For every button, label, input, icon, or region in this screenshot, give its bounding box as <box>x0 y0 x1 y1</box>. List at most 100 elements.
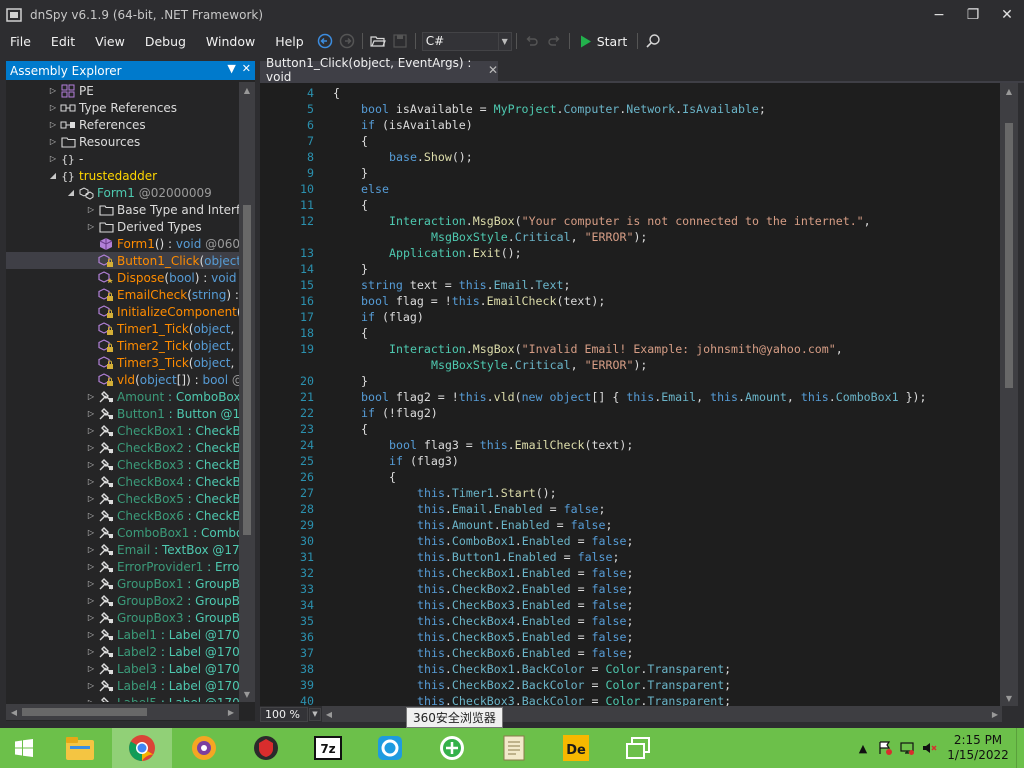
menu-help[interactable]: Help <box>265 34 314 49</box>
code-line[interactable]: 5 bool isAvailable = MyProject.Computer.N… <box>260 101 1000 117</box>
open-folder-icon[interactable] <box>367 30 389 52</box>
code-line[interactable]: 23 { <box>260 421 1000 437</box>
tree-row[interactable]: ▷ Label1 : Label @17000 <box>6 626 239 643</box>
panel-menu-icon[interactable]: ▼ <box>227 62 235 75</box>
code-line[interactable]: 7{ <box>260 133 1000 149</box>
code-line[interactable]: 11 { <box>260 197 1000 213</box>
undo-icon[interactable] <box>521 30 543 52</box>
panel-close-icon[interactable]: ✕ <box>242 62 251 75</box>
code-line[interactable]: 29 this.Amount.Enabled = false; <box>260 517 1000 533</box>
expand-arrow-icon[interactable]: ▷ <box>48 103 58 112</box>
code-line[interactable]: 4{ <box>260 85 1000 101</box>
tree-row[interactable]: ▷ ComboBox1 : Combol <box>6 524 239 541</box>
tree-row[interactable]: InitializeComponent() <box>6 303 239 320</box>
expand-arrow-icon[interactable]: ▷ <box>86 681 96 690</box>
tree-row[interactable]: ▷ CheckBox2 : CheckBox <box>6 439 239 456</box>
expand-arrow-icon[interactable]: ▷ <box>86 545 96 554</box>
code-line[interactable]: 19 Interaction.MsgBox("Invalid Email! Exa… <box>260 341 1000 357</box>
tree-row[interactable]: ▷ Label4 : Label @17000 <box>6 677 239 694</box>
expand-arrow-icon[interactable]: ▷ <box>86 579 96 588</box>
360-security-icon[interactable] <box>422 728 482 768</box>
code-line[interactable]: 9} <box>260 165 1000 181</box>
menu-edit[interactable]: Edit <box>41 34 85 49</box>
scroll-thumb[interactable] <box>22 708 147 716</box>
code-line[interactable]: 22 if (!flag2) <box>260 405 1000 421</box>
code-line[interactable]: 30 this.ComboBox1.Enabled = false; <box>260 533 1000 549</box>
antivirus-icon[interactable] <box>236 728 296 768</box>
code-line[interactable]: 13 Application.Exit(); <box>260 245 1000 261</box>
tree-row[interactable]: ▷ GroupBox2 : GroupBox <box>6 592 239 609</box>
code-line[interactable]: 31 this.Button1.Enabled = false; <box>260 549 1000 565</box>
tree-row[interactable]: Timer3_Tick(object, Ev <box>6 354 239 371</box>
code-line[interactable]: 33 this.CheckBox2.Enabled = false; <box>260 581 1000 597</box>
tree-row[interactable]: ▷ CheckBox1 : CheckBox <box>6 422 239 439</box>
tree-row[interactable]: Dispose(bool) : void @ <box>6 269 239 286</box>
show-desktop-button[interactable] <box>1016 728 1024 768</box>
notepad-icon[interactable] <box>484 728 544 768</box>
tree-row[interactable]: ▷ CheckBox4 : CheckBox <box>6 473 239 490</box>
save-icon[interactable] <box>389 30 411 52</box>
code-line[interactable]: 18 { <box>260 325 1000 341</box>
tree-row[interactable]: ▷ Resources <box>6 133 239 150</box>
code-editor[interactable]: 4{5 bool isAvailable = MyProject.Computer… <box>260 83 1000 706</box>
tree-row[interactable]: ▷ Amount : ComboBox <box>6 388 239 405</box>
expand-arrow-icon[interactable]: ▷ <box>86 460 96 469</box>
delphi-icon[interactable]: De <box>546 728 606 768</box>
scroll-down-icon[interactable]: ▼ <box>239 686 255 702</box>
start-button[interactable]: Start <box>574 34 634 49</box>
tree-row[interactable]: Form1() : void @06000 <box>6 235 239 252</box>
expand-arrow-icon[interactable]: ▷ <box>48 137 58 146</box>
file-explorer-icon[interactable] <box>50 728 110 768</box>
editor-tab[interactable]: Button1_Click(object, EventArgs) : void … <box>260 56 498 84</box>
code-line[interactable]: 17 if (flag) <box>260 309 1000 325</box>
maximize-button[interactable]: ❐ <box>956 0 990 30</box>
code-line[interactable]: 8 base.Show(); <box>260 149 1000 165</box>
code-line[interactable]: 14} <box>260 261 1000 277</box>
menu-view[interactable]: View <box>85 34 135 49</box>
scroll-up-icon[interactable]: ▲ <box>1000 83 1018 99</box>
expand-arrow-icon[interactable]: ▷ <box>86 698 96 702</box>
7zip-icon[interactable]: 7z <box>298 728 358 768</box>
tree-row[interactable]: ▷ Button1 : Button @170 <box>6 405 239 422</box>
expand-arrow-icon[interactable]: ▷ <box>86 562 96 571</box>
tree-row[interactable]: ◢{} trustedadder <box>6 167 239 184</box>
code-line[interactable]: 34 this.CheckBox3.Enabled = false; <box>260 597 1000 613</box>
code-line[interactable]: 21 bool flag2 = !this.vld(new object[] { … <box>260 389 1000 405</box>
scroll-left-icon[interactable]: ◀ <box>322 706 336 722</box>
minimize-button[interactable]: − <box>922 0 956 30</box>
code-line[interactable]: MsgBoxStyle.Critical, "ERROR"); <box>260 357 1000 373</box>
tree-row[interactable]: ▷{} - <box>6 150 239 167</box>
scroll-thumb[interactable] <box>243 205 251 535</box>
scroll-left-icon[interactable]: ◀ <box>6 704 22 720</box>
tree-row[interactable]: ▷ CheckBox3 : CheckBox <box>6 456 239 473</box>
tree-row[interactable]: ▷ Label3 : Label @17000 <box>6 660 239 677</box>
expand-arrow-icon[interactable]: ▷ <box>86 511 96 520</box>
code-line[interactable]: 20} <box>260 373 1000 389</box>
code-line[interactable]: 39 this.CheckBox2.BackColor = Color.Trans… <box>260 677 1000 693</box>
expand-arrow-icon[interactable]: ▷ <box>86 596 96 605</box>
back-icon[interactable] <box>314 30 336 52</box>
code-line[interactable]: 6 if (isAvailable) <box>260 117 1000 133</box>
tree-row[interactable]: EmailCheck(string) : b <box>6 286 239 303</box>
expand-arrow-icon[interactable]: ▷ <box>86 630 96 639</box>
expand-arrow-icon[interactable]: ▷ <box>86 426 96 435</box>
network-icon[interactable] <box>896 740 918 756</box>
tree-row[interactable]: vld(object[]) : bool @0 <box>6 371 239 388</box>
code-line[interactable]: MsgBoxStyle.Critical, "ERROR"); <box>260 229 1000 245</box>
code-line[interactable]: 32 this.CheckBox1.Enabled = false; <box>260 565 1000 581</box>
code-line[interactable]: 27 this.Timer1.Start(); <box>260 485 1000 501</box>
code-line[interactable]: 37 this.CheckBox6.Enabled = false; <box>260 645 1000 661</box>
browser-icon[interactable] <box>174 728 234 768</box>
chevron-down-icon[interactable]: ▼ <box>309 707 321 721</box>
tab-close-icon[interactable]: ✕ <box>488 63 498 77</box>
menu-file[interactable]: File <box>0 34 41 49</box>
tree-row[interactable]: ▷ GroupBox3 : GroupBox <box>6 609 239 626</box>
expand-arrow-icon[interactable]: ▷ <box>86 647 96 656</box>
language-select[interactable]: C# ▼ <box>421 31 512 51</box>
expand-arrow-icon[interactable]: ▷ <box>86 613 96 622</box>
collapse-arrow-icon[interactable]: ◢ <box>48 171 58 180</box>
tree-row[interactable]: Timer2_Tick(object, Ev <box>6 337 239 354</box>
editor-vertical-scrollbar[interactable]: ▲ ▼ <box>1000 83 1018 706</box>
scroll-right-icon[interactable]: ▶ <box>223 704 239 720</box>
tree-row[interactable]: Button1_Click(object, EventArgs) : void <box>6 252 239 269</box>
